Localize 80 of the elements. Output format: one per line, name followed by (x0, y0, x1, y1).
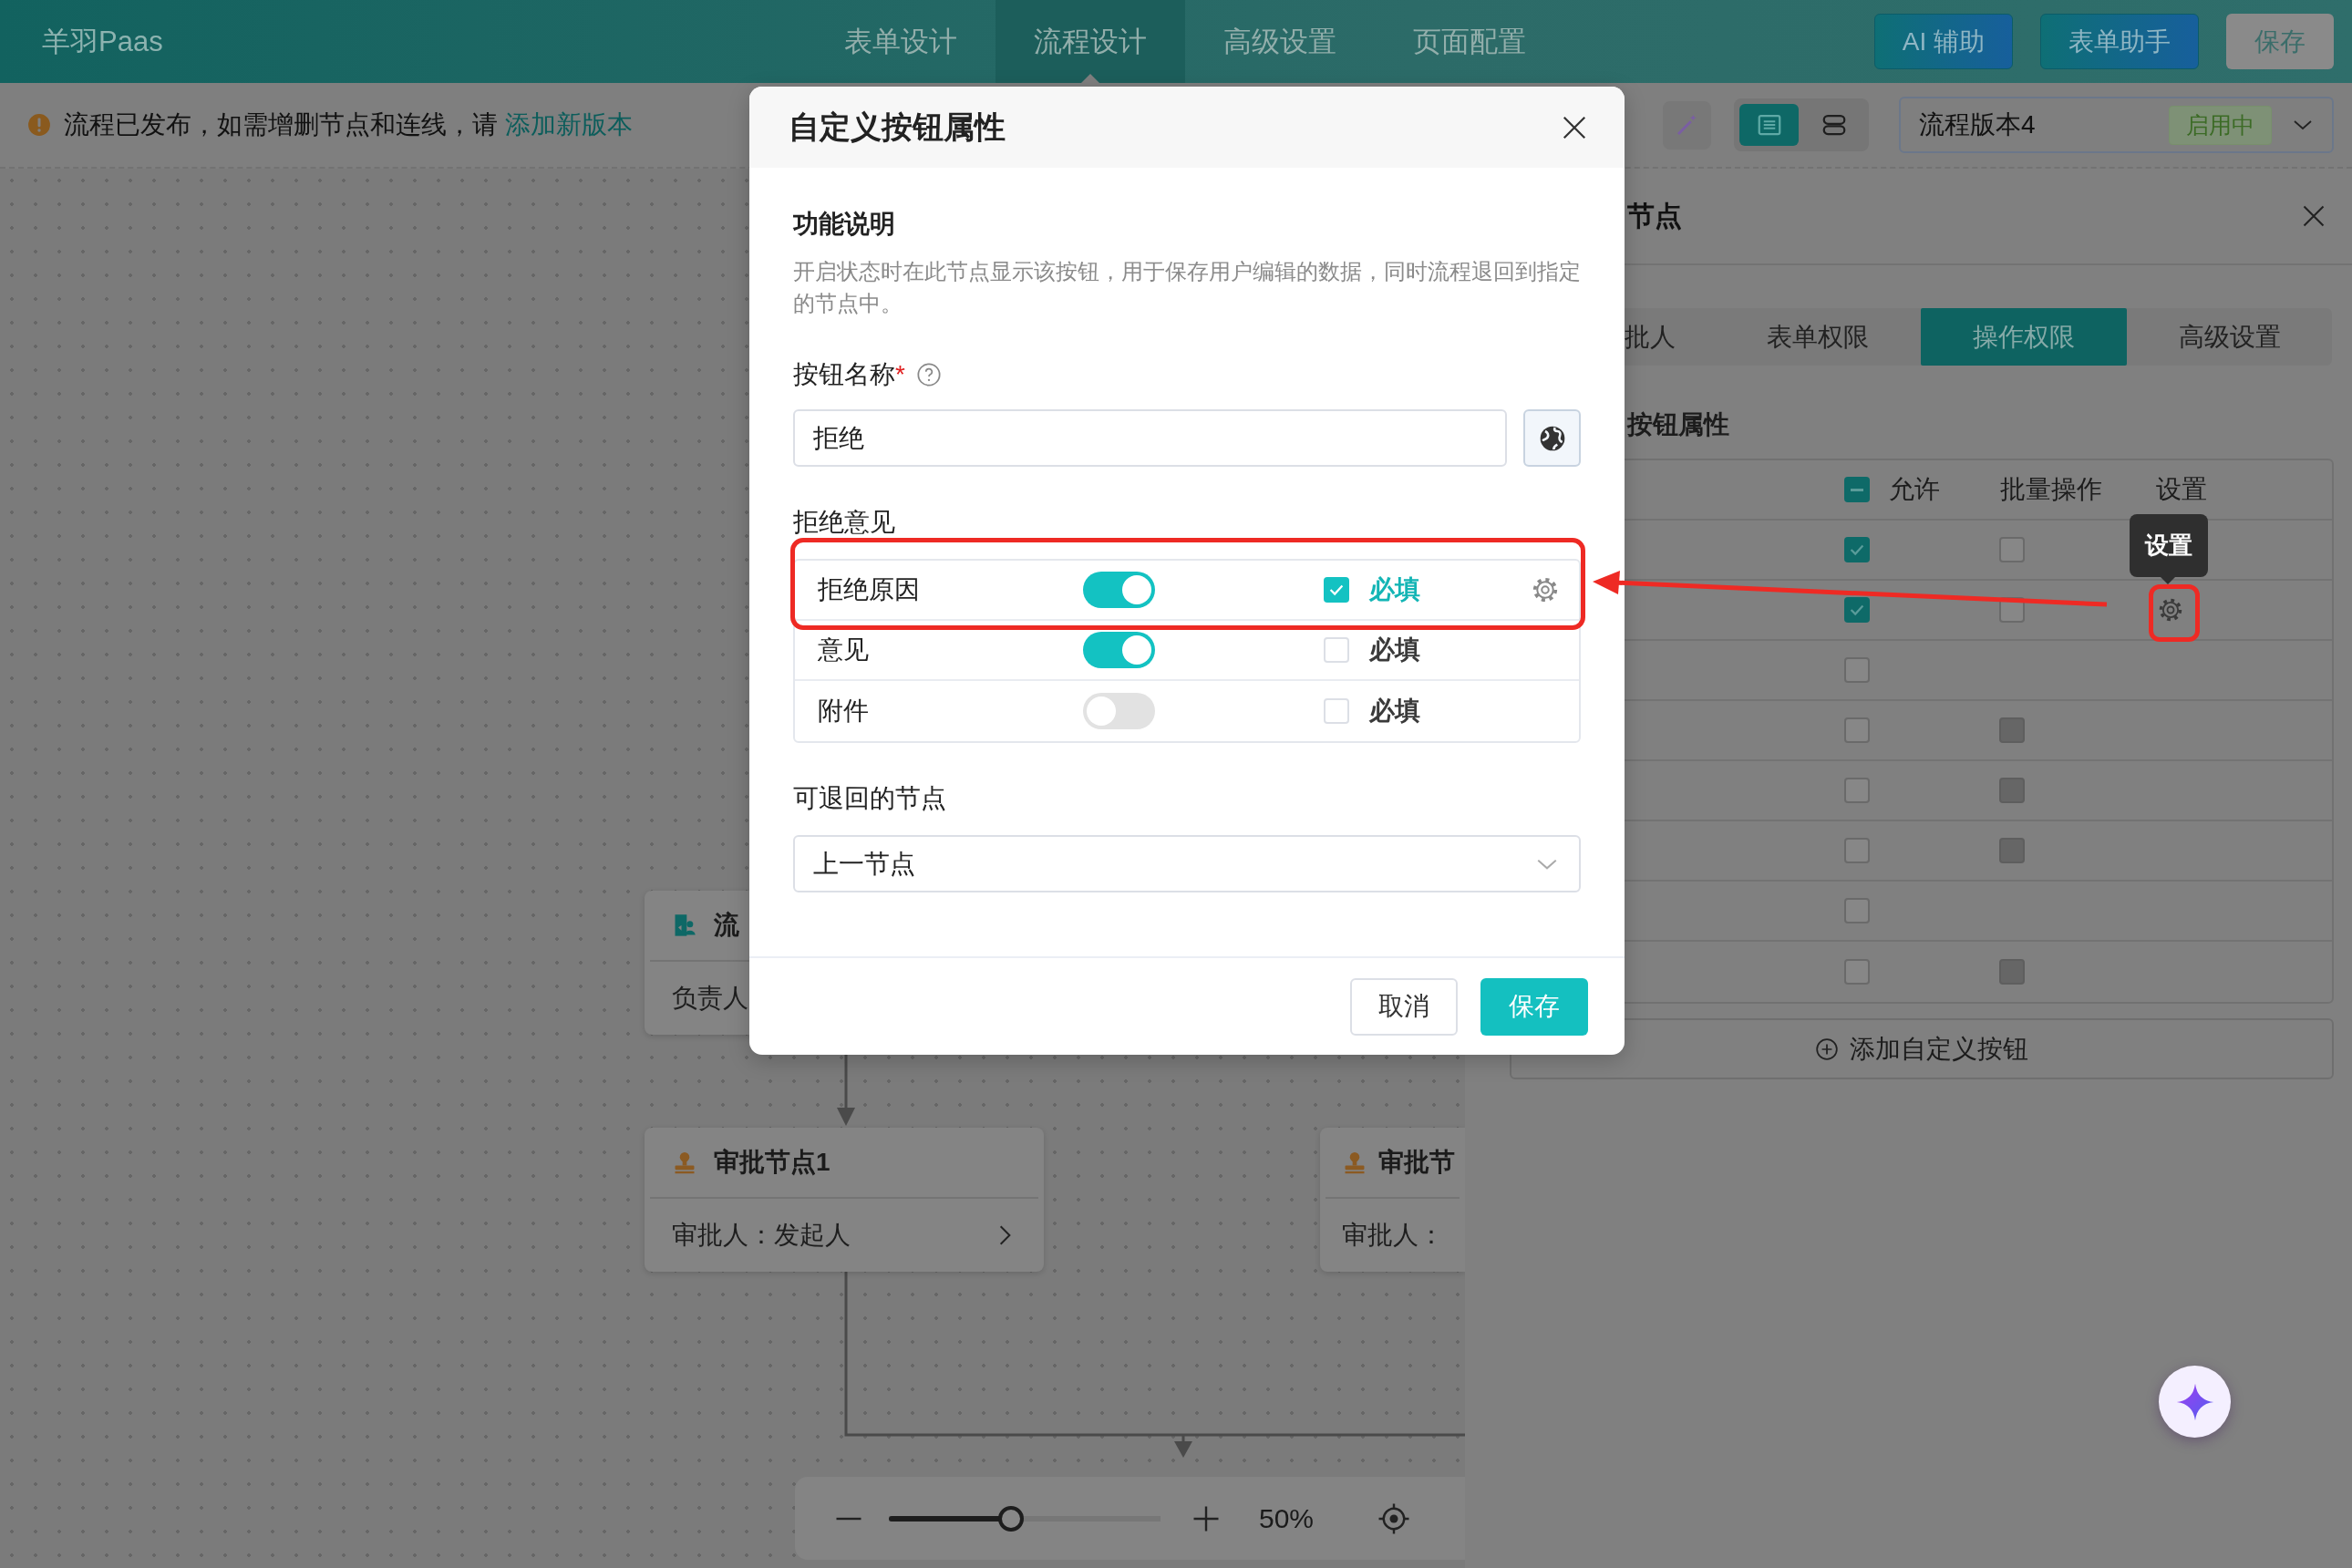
assistant-button[interactable]: AI 辅助 (1873, 14, 2013, 69)
node-title: 审批节点1 (714, 1147, 830, 1178)
checkbox[interactable] (1844, 597, 1870, 623)
gear-icon[interactable] (1532, 576, 1559, 603)
section-title: 按钮属性 (1627, 409, 1730, 440)
panel-tab[interactable]: 操作权限 (1921, 308, 2127, 366)
field-label: 按钮名称 (793, 359, 895, 390)
zoom-reading: 50% (1259, 1502, 1315, 1534)
checkbox[interactable] (1844, 477, 1870, 502)
select-value: 上一节点 (813, 848, 915, 880)
checkbox[interactable] (1844, 537, 1870, 562)
required-label: 必填 (1369, 634, 1420, 665)
panel-tab[interactable]: 高级设置 (2127, 308, 2333, 366)
checkbox[interactable] (1844, 717, 1870, 743)
version-select[interactable]: 流程版本4 启用中 (1899, 97, 2334, 153)
toggle-switch[interactable] (1083, 632, 1155, 668)
warning-icon (27, 113, 51, 137)
add-version-link[interactable]: 添加新版本 (505, 108, 633, 142)
column-header: 设置 (2156, 474, 2207, 505)
option-label: 拒绝原因 (818, 574, 921, 605)
slider-thumb[interactable] (998, 1505, 1025, 1532)
tooltip: 设置 (2130, 514, 2208, 577)
notice-text: 流程已发布，如需增删节点和连线，请 (64, 109, 498, 140)
magic-wand-button[interactable] (1663, 100, 1711, 150)
nav-tab[interactable]: 表单设计 (806, 0, 995, 83)
panel-title: 节点 (1627, 199, 1682, 232)
name-field[interactable]: 拒绝 (793, 409, 1507, 467)
flow-node-card[interactable]: 审批节点1 审批人：发起人 (645, 1128, 1044, 1272)
checkbox[interactable] (1844, 838, 1870, 863)
help-icon[interactable] (915, 362, 942, 387)
version-name: 流程版本4 (1919, 109, 2036, 140)
section-heading: 功能说明 (793, 209, 896, 240)
save-button[interactable]: 保存 (1480, 977, 1588, 1036)
highlight-frame (2149, 584, 2200, 642)
connector-arrow (1174, 1435, 1192, 1458)
gear-icon[interactable] (2158, 597, 2183, 623)
view-toggle[interactable] (1739, 104, 1799, 146)
option-label: 附件 (818, 696, 870, 727)
required-label: 必填 (1369, 574, 1420, 605)
field-label: 可退回的节点 (793, 783, 947, 814)
column-header: 批量操作 (2000, 474, 2102, 505)
language-button[interactable] (1523, 409, 1581, 467)
nav-tab[interactable]: 页面配置 (1375, 0, 1564, 83)
required-label: 必填 (1369, 696, 1420, 727)
cancel-button[interactable]: 取消 (1350, 977, 1458, 1036)
tooltip-pointer (2161, 577, 2175, 584)
dash-icon (1851, 488, 1863, 491)
node-select[interactable]: 上一节点 (793, 835, 1581, 892)
dialog-title: 自定义按钮属性 (789, 108, 1006, 146)
checkbox[interactable] (1844, 959, 1870, 985)
plus-circle-icon (1815, 1037, 1839, 1061)
option-label: 意见 (818, 634, 870, 665)
panel-tab[interactable]: 表单权限 (1715, 308, 1921, 366)
node-title: 审批节 (1378, 1147, 1455, 1178)
flow-node-card[interactable]: 审批节 审批人： (1320, 1128, 1465, 1272)
ai-assistant-button[interactable] (2159, 1366, 2231, 1438)
checkbox[interactable] (1844, 898, 1870, 923)
nav-tab[interactable]: 流程设计 (995, 0, 1185, 83)
node-detail: 审批人：发起人 (672, 1220, 851, 1251)
field-label: 拒绝意见 (793, 507, 896, 538)
required-mark: * (895, 359, 905, 390)
toggle-switch[interactable] (1083, 572, 1155, 608)
add-button-label: 添加自定义按钮 (1850, 1033, 2028, 1065)
assistant-button[interactable]: 表单助手 (2040, 14, 2199, 69)
locate-icon[interactable] (1377, 1501, 1411, 1535)
column-header: 允许 (1889, 474, 1940, 505)
checkbox[interactable] (1844, 657, 1870, 683)
node-detail: 负责人 (672, 983, 748, 1014)
node-detail: 审批人： (1342, 1220, 1444, 1251)
status-badge: 启用中 (2169, 105, 2272, 145)
checkbox[interactable] (1844, 778, 1870, 803)
toggle-switch[interactable] (1083, 693, 1155, 729)
description-text: 开启状态时在此节点显示该按钮，用于保存用户编辑的数据，同时流程退回到指定的节点中。 (793, 258, 1581, 317)
checkbox[interactable] (1324, 577, 1349, 603)
node-title: 流 (714, 910, 739, 941)
save-button[interactable]: 保存 (2226, 14, 2334, 69)
add-custom-button[interactable]: 添加自定义按钮 (1510, 1018, 2334, 1079)
nav-tab[interactable]: 高级设置 (1185, 0, 1375, 83)
app-logo: 羊羽Paas (42, 24, 163, 59)
checkbox[interactable] (1999, 537, 2025, 562)
